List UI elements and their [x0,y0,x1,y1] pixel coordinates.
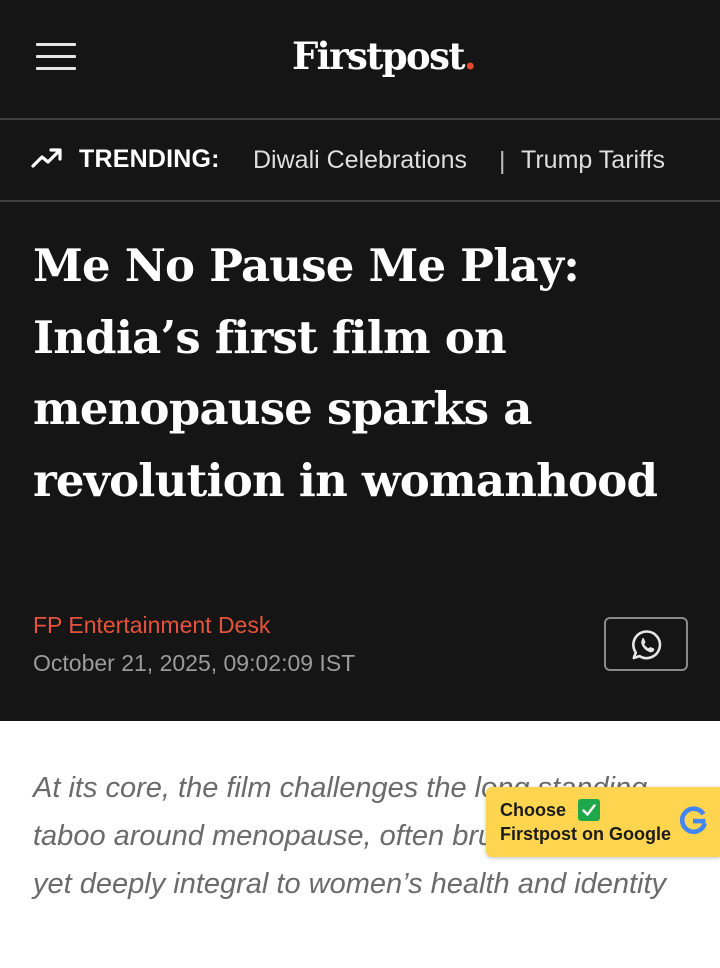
hamburger-menu-icon[interactable] [36,41,76,71]
cta-firstpost-on-google-label: Firstpost on Google [500,824,671,844]
trending-item-trump-tariffs[interactable]: Trump Tariffs [521,146,665,174]
trending-label: TRENDING: [79,145,220,173]
article-date: October 21, 2025, 09:02:09 IST [33,650,356,676]
cta-choose-label: Choose [500,800,567,820]
whatsapp-share-button[interactable] [604,617,688,671]
google-g-icon [679,806,708,834]
checkbox-checked-icon [578,799,600,821]
whatsapp-icon [632,630,662,660]
article-headline: Me No Pause Me Play: India’s first film … [33,239,658,507]
firstpost-logo[interactable]: Firstpost. [292,38,477,75]
trending-item-diwali-celebrations[interactable]: Diwali Celebrations [253,146,467,174]
trending-up-icon [31,148,62,168]
top-header: Firstpost. [0,0,720,118]
trending-separator: | [499,147,506,175]
choose-firstpost-on-google-button[interactable]: Choose Firstpost on Google [486,787,720,857]
article-author[interactable]: FP Entertainment Desk [33,611,270,639]
